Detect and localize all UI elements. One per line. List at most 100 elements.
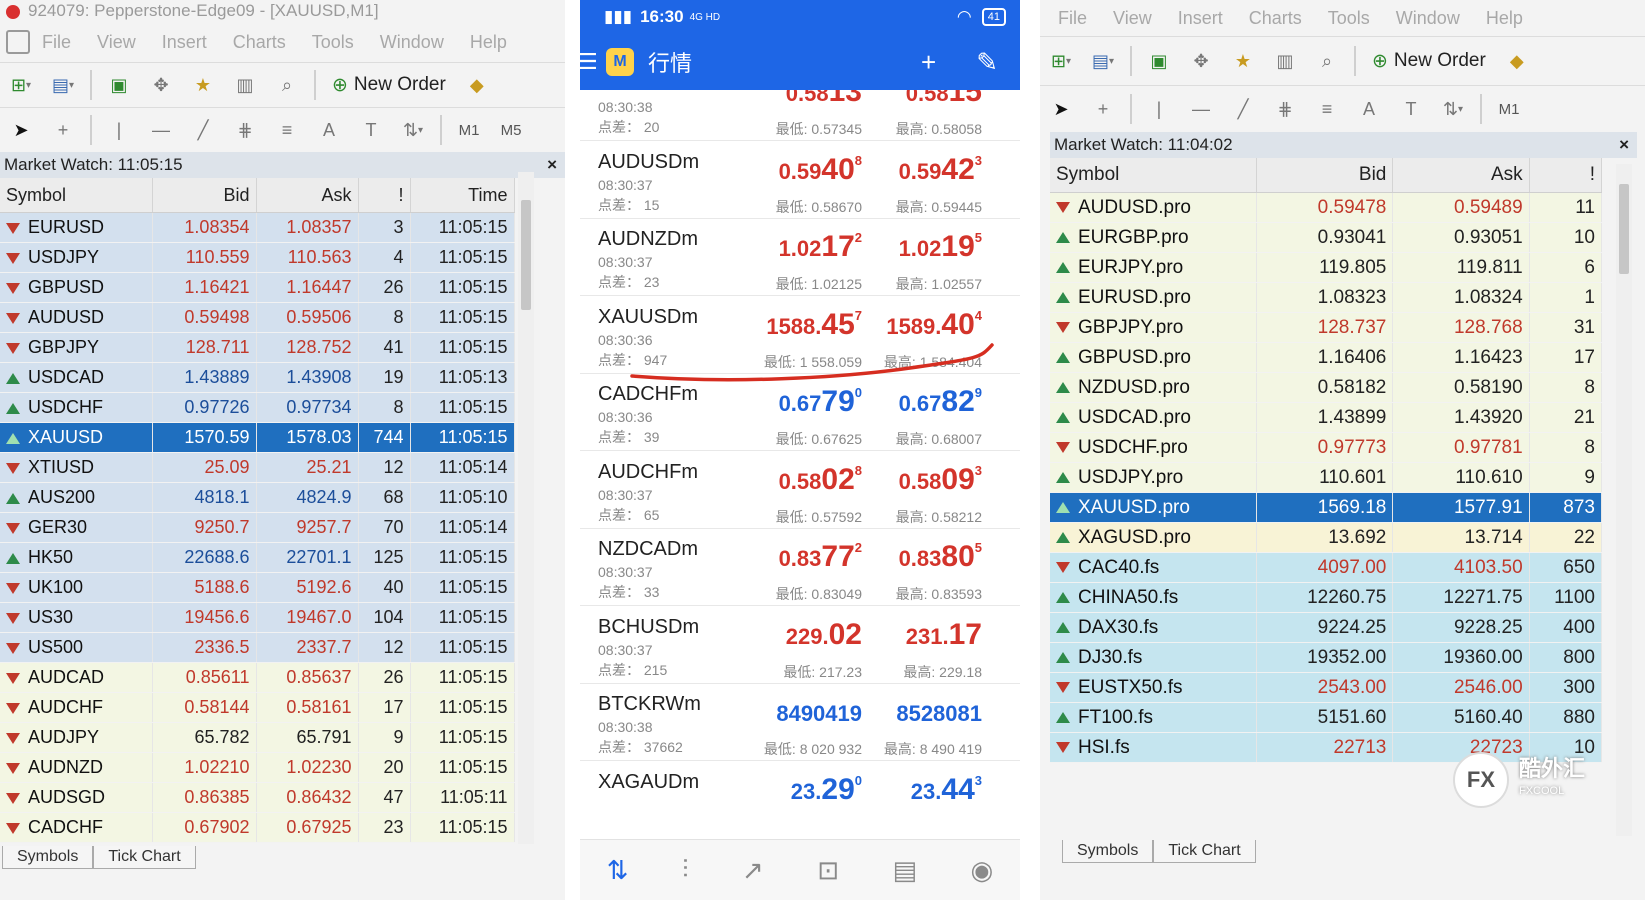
table-row[interactable]: AUDCHF 0.58144 0.58161 17 11:05:15 [0,692,515,723]
table-row[interactable]: XAUUSD 1570.59 1578.03 744 11:05:15 [0,422,515,453]
vertical-scrollbar[interactable] [1616,164,1632,836]
crosshair-navigator-icon[interactable]: ✥ [146,72,176,98]
menu-charts[interactable]: Charts [1249,8,1302,29]
table-row[interactable]: EURGBP.pro 0.93041 0.93051 10 [1050,222,1603,253]
trendline-icon[interactable]: ╱ [188,117,218,143]
timeframe-m1[interactable]: M1 [1494,96,1524,122]
tab-tick-chart[interactable]: Tick Chart [1153,840,1256,863]
trendline-icon[interactable]: ╱ [1228,96,1258,122]
table-row[interactable]: USDJPY 110.559 110.563 4 11:05:15 [0,242,515,273]
new-chart-icon[interactable]: ⊞ ▾ [6,72,36,98]
table-row[interactable]: DJ30.fs 19352.00 19360.00 800 [1050,642,1603,673]
profiles-icon[interactable]: ▤ ▾ [1088,48,1118,74]
table-row[interactable]: AUDUSD.pro 0.59478 0.59489 11 [1050,192,1603,223]
table-row[interactable]: AUDNZD 1.02210 1.02230 20 11:05:15 [0,752,515,783]
crosshair-navigator-icon[interactable]: ✥ [1186,48,1216,74]
menu-file[interactable]: File [1058,8,1087,29]
document-icon[interactable] [6,30,30,54]
vertical-line-icon[interactable]: | [1144,96,1174,122]
vertical-scrollbar[interactable] [518,172,534,844]
menu-view[interactable]: View [97,32,136,53]
table-row[interactable]: AUDSGD 0.86385 0.86432 47 11:05:11 [0,782,515,813]
table-row[interactable]: EUSTX50.fs 2543.00 2546.00 300 [1050,672,1603,703]
tab-tick-chart[interactable]: Tick Chart [93,846,196,869]
table-row[interactable]: CADCHF 0.67902 0.67925 23 11:05:15 [0,812,515,843]
close-icon[interactable]: × [547,152,557,178]
menu-help[interactable]: Help [1486,8,1523,29]
nav-quotes-icon[interactable]: ⇅ [607,855,629,886]
quote-row[interactable]: XAGAUDm 08:30:37 点差： 23.290 23.443 最低: 最… [580,761,1020,801]
table-row[interactable]: XTIUSD 25.09 25.21 12 11:05:14 [0,452,515,483]
text-icon[interactable]: A [1354,96,1384,122]
table-row[interactable]: GBPUSD 1.16421 1.16447 26 11:05:15 [0,272,515,303]
cursor-icon[interactable]: ➤ [1046,96,1076,122]
table-row[interactable]: USDCAD.pro 1.43899 1.43920 21 [1050,402,1603,433]
profiles-icon[interactable]: ▤ ▾ [48,72,78,98]
table-row[interactable]: GBPJPY.pro 128.737 128.768 31 [1050,312,1603,343]
menu-insert[interactable]: Insert [162,32,207,53]
horizontal-line-icon[interactable]: — [1186,96,1216,122]
market-watch-icon[interactable]: ▣ [104,72,134,98]
equidistant-channel-icon[interactable]: ⋕ [230,117,260,143]
menu-insert[interactable]: Insert [1178,8,1223,29]
arrows-icon[interactable]: ⇅ ▾ [398,117,428,143]
table-row[interactable]: HK50 22688.6 22701.1 125 11:05:15 [0,542,515,573]
col-spread[interactable]: ! [1529,158,1603,193]
table-row[interactable]: USDJPY.pro 110.601 110.610 9 [1050,462,1603,493]
quote-row[interactable]: AUDCHFm 08:30:37 点差： 65 0.58028 0.58093 … [580,451,1020,529]
table-row[interactable]: USDCHF 0.97726 0.97734 8 11:05:15 [0,392,515,423]
fibonacci-icon[interactable]: ≡ [1312,96,1342,122]
table-row[interactable]: EURJPY.pro 119.805 119.811 6 [1050,252,1603,283]
table-row[interactable]: AUDJPY 65.782 65.791 9 11:05:15 [0,722,515,753]
table-row[interactable]: CHINA50.fs 12260.75 12271.75 1100 [1050,582,1603,613]
nav-chat-icon[interactable]: ◉ [971,855,994,886]
nav-history-icon[interactable]: ⊡ [817,855,839,886]
col-time[interactable]: Time [410,178,515,213]
scrollbar-thumb[interactable] [521,200,531,310]
text-icon[interactable]: A [314,117,344,143]
table-row[interactable]: UK100 5188.6 5192.6 40 11:05:15 [0,572,515,603]
table-row[interactable]: GER30 9250.7 9257.7 70 11:05:14 [0,512,515,543]
new-order-button[interactable]: ⊕ New Order [328,72,450,98]
autotrading-icon[interactable]: ◆ [462,72,492,98]
col-bid[interactable]: Bid [152,178,257,213]
arrows-icon[interactable]: ⇅ ▾ [1438,96,1468,122]
table-row[interactable]: AUS200 4818.1 4824.9 68 11:05:10 [0,482,515,513]
table-row[interactable]: NZDUSD.pro 0.58182 0.58190 8 [1050,372,1603,403]
timeframe-m5[interactable]: M5 [496,117,526,143]
crosshair-icon[interactable]: + [1088,96,1118,122]
nav-news-icon[interactable]: ▤ [893,855,918,886]
menu-tools[interactable]: Tools [1328,8,1370,29]
table-row[interactable]: GBPUSD.pro 1.16406 1.16423 17 [1050,342,1603,373]
col-ask[interactable]: Ask [1392,158,1530,193]
favorites-icon[interactable]: ★ [1228,48,1258,74]
terminal-icon[interactable]: ▥ [230,72,260,98]
scrollbar-thumb[interactable] [1619,184,1629,274]
table-row[interactable]: AUDCAD 0.85611 0.85637 26 11:05:15 [0,662,515,693]
table-row[interactable]: AUDUSD 0.59498 0.59506 8 11:05:15 [0,302,515,333]
table-row[interactable]: USDCAD 1.43889 1.43908 19 11:05:13 [0,362,515,393]
table-row[interactable]: XAGUSD.pro 13.692 13.714 22 [1050,522,1603,553]
table-row[interactable]: DAX30.fs 9224.25 9228.25 400 [1050,612,1603,643]
favorites-icon[interactable]: ★ [188,72,218,98]
tab-symbols[interactable]: Symbols [2,846,94,869]
col-symbol[interactable]: Symbol [0,178,153,213]
new-order-button[interactable]: ⊕ New Order [1368,48,1490,74]
horizontal-line-icon[interactable]: — [146,117,176,143]
cursor-icon[interactable]: ➤ [6,117,36,143]
table-row[interactable]: USDCHF.pro 0.97773 0.97781 8 [1050,432,1603,463]
table-row[interactable]: US30 19456.6 19467.0 104 11:05:15 [0,602,515,633]
menu-window[interactable]: Window [380,32,444,53]
vertical-line-icon[interactable]: | [104,117,134,143]
quote-row[interactable]: BCHUSDm 08:30:37 点差： 215 229.02 231.17 最… [580,606,1020,684]
table-row[interactable]: US500 2336.5 2337.7 12 11:05:15 [0,632,515,663]
nav-trade-icon[interactable]: ↗ [742,855,764,886]
table-row[interactable]: EURUSD 1.08354 1.08357 3 11:05:15 [0,212,515,243]
col-bid[interactable]: Bid [1256,158,1394,193]
col-ask[interactable]: Ask [256,178,359,213]
crosshair-icon[interactable]: + [48,117,78,143]
menu-help[interactable]: Help [470,32,507,53]
market-watch-icon[interactable]: ▣ [1144,48,1174,74]
col-symbol[interactable]: Symbol [1050,158,1258,193]
menu-window[interactable]: Window [1396,8,1460,29]
